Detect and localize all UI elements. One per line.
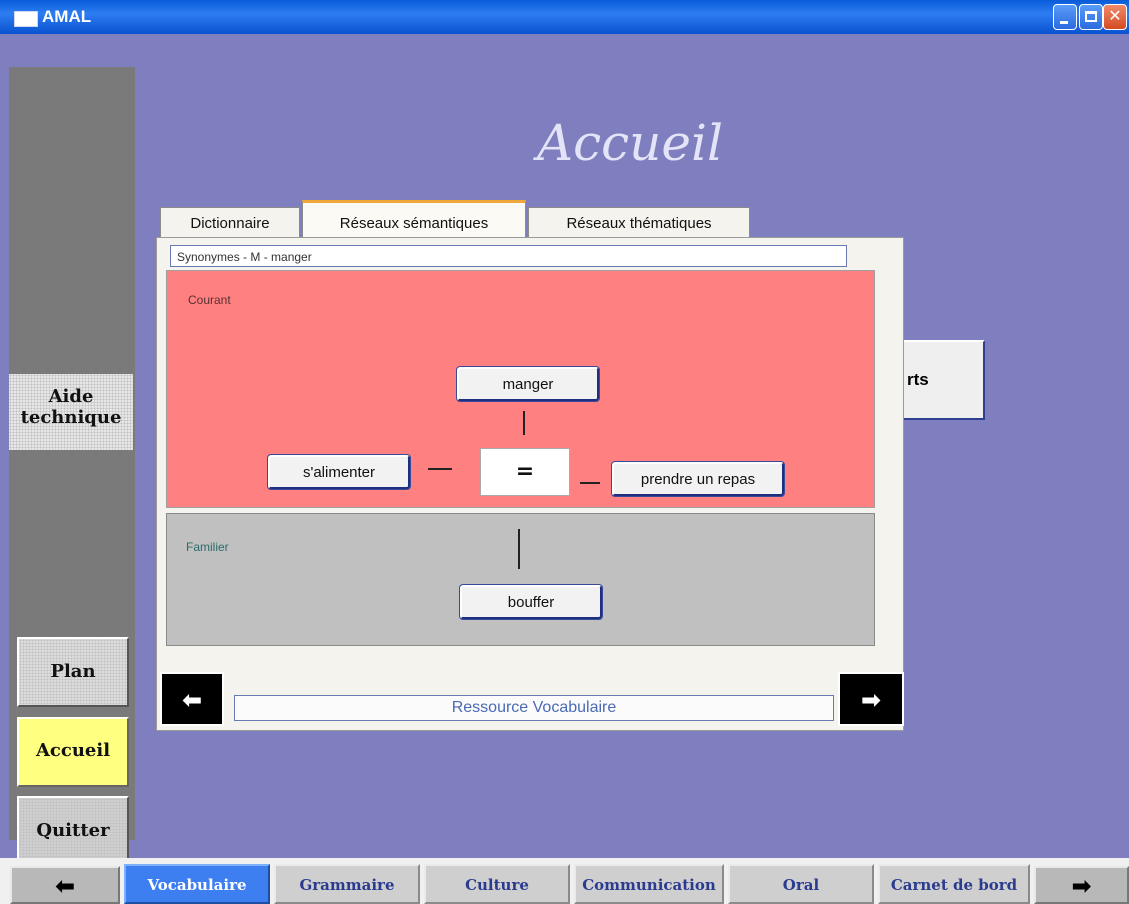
tab-grammaire[interactable]: Grammaire	[274, 864, 420, 904]
app-icon	[14, 11, 38, 27]
tab-reseaux-thematiques[interactable]: Réseaux thématiques	[528, 207, 750, 238]
word-salimenter-button[interactable]: s'alimenter	[267, 454, 411, 490]
tab-reseaux-semantiques[interactable]: Réseaux sémantiques	[302, 200, 526, 238]
connector-bottom	[518, 529, 520, 569]
tab-culture[interactable]: Culture	[424, 864, 570, 904]
close-icon: ✕	[1108, 6, 1122, 25]
aide-technique-button[interactable]: Aide technique	[9, 374, 133, 450]
tab-oral[interactable]: Oral	[728, 864, 874, 904]
sidebar: Aide technique Plan Accueil Quitter	[9, 67, 135, 866]
hidden-resource-label: rts	[907, 370, 929, 389]
minimize-icon	[1060, 21, 1068, 24]
left-arrow-icon: ⬅	[54, 872, 76, 900]
familier-zone	[166, 513, 875, 646]
familier-label: Familier	[186, 540, 229, 554]
maximize-icon	[1085, 11, 1097, 22]
maximize-button[interactable]	[1079, 4, 1103, 30]
accueil-button[interactable]: Accueil	[17, 717, 129, 787]
window-title: AMAL	[42, 7, 92, 26]
plan-button[interactable]: Plan	[17, 637, 129, 707]
right-arrow-icon: ➡	[1071, 872, 1092, 900]
title-bar: AMAL ✕	[0, 0, 1129, 34]
equals-box: =	[480, 448, 570, 496]
connector-left	[428, 468, 452, 470]
dialog-prev-button[interactable]: ⬅	[160, 672, 224, 726]
bottom-prev-button[interactable]: ⬅	[10, 866, 120, 904]
tab-dictionnaire[interactable]: Dictionnaire	[160, 207, 300, 238]
word-manger-button[interactable]: manger	[456, 366, 600, 402]
resource-label: Ressource Vocabulaire	[234, 695, 834, 721]
connector-top	[523, 411, 525, 435]
bottom-next-button[interactable]: ➡	[1034, 866, 1129, 904]
tab-vocabulaire[interactable]: Vocabulaire	[124, 864, 270, 904]
left-arrow-icon: ⬅	[181, 686, 203, 714]
courant-label: Courant	[188, 293, 231, 307]
word-prendre-un-repas-button[interactable]: prendre un repas	[611, 461, 785, 497]
close-button[interactable]: ✕	[1103, 4, 1127, 30]
aide-label-line2: technique	[20, 407, 122, 428]
tab-carnet-de-bord[interactable]: Carnet de bord	[878, 864, 1030, 904]
word-bouffer-button[interactable]: bouffer	[459, 584, 603, 620]
tab-communication[interactable]: Communication	[574, 864, 724, 904]
quitter-button[interactable]: Quitter	[17, 796, 129, 866]
minimize-button[interactable]	[1053, 4, 1077, 30]
dialog-next-button[interactable]: ➡	[838, 672, 904, 726]
right-arrow-icon: ➡	[860, 686, 882, 714]
synonyms-header-field: Synonymes - M - manger	[170, 245, 847, 267]
page-title: Accueil	[537, 114, 723, 172]
aide-label-line1: Aide	[48, 386, 94, 407]
connector-right	[580, 482, 600, 484]
